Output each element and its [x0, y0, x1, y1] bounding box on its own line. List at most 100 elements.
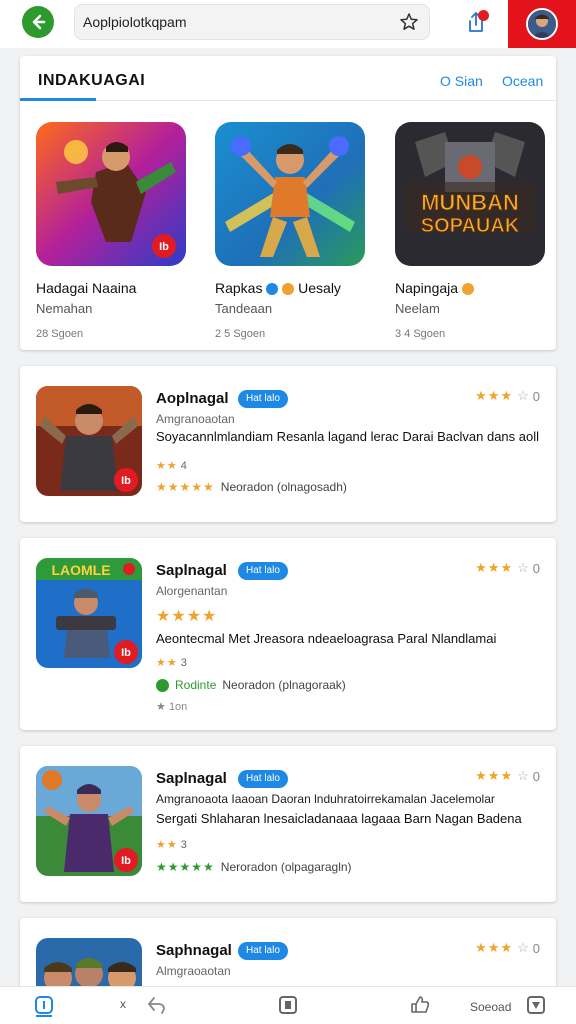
close-icon[interactable]: x: [120, 997, 126, 1011]
app-footer-text: 1on: [168, 701, 188, 713]
rating-stars: ★★★: [475, 768, 514, 783]
star-outline-icon[interactable]: ☆: [517, 940, 529, 956]
bottom-navigation: x Soeoad: [0, 986, 576, 1024]
rating: ★★★ ☆ 0: [475, 768, 540, 784]
home-icon: [35, 996, 53, 1017]
thumbs-up-icon: [411, 996, 430, 1013]
section-action-link[interactable]: Ocean: [502, 73, 543, 89]
rating: ★★★ ☆ 0: [475, 560, 540, 576]
library-icon: [279, 996, 297, 1014]
app-title: Saplnagal: [156, 770, 227, 787]
check-icon: [156, 678, 169, 692]
app-list-item[interactable]: Ib Saplnagal Hat lalo ★★★ ☆ 0 Amgranoaot…: [20, 746, 556, 902]
featured-app-card[interactable]: Rapkas Uesaly Tandeaan 2 5 Sgoen: [215, 122, 365, 340]
nav-like[interactable]: [410, 995, 430, 1020]
app-meta-prefix: Rodinte: [175, 678, 217, 692]
rating-stars: ★★★: [475, 560, 514, 575]
status-badge: Hat lalo: [238, 770, 288, 788]
rating-stars: ★★★★★: [156, 480, 215, 494]
app-icon: Ib: [36, 122, 186, 266]
icon-text: SOPAUAK: [421, 215, 520, 237]
nav-home[interactable]: [34, 995, 54, 1022]
search-input[interactable]: Aoplpiolotkqpam: [74, 4, 430, 40]
small-rating: ★★ 3: [156, 656, 187, 669]
star-outline-icon[interactable]: ☆: [517, 768, 529, 784]
back-button[interactable]: [22, 6, 54, 38]
app-title: Saphnagal: [156, 942, 232, 959]
app-meta: 2 5 Sgoen: [215, 328, 266, 340]
app-footer: ★ 1on: [156, 700, 187, 713]
rating: ★★★ ☆ 0: [475, 388, 540, 404]
app-icon: LAOMLE Ib: [36, 558, 142, 668]
app-list-item[interactable]: LAOMLE Ib Saplnagal Hat lalo ★★★ ☆ 0 Alo…: [20, 538, 556, 730]
icon-banner: LAOMLE: [51, 562, 110, 578]
icon-badge: Ib: [121, 647, 131, 659]
app-name: Napingaja: [395, 280, 545, 296]
app-name: Rapkas Uesaly: [215, 280, 365, 296]
app-meta-text: Neoradon (plnagoraak): [222, 678, 346, 692]
app-title: Aoplnagal: [156, 390, 229, 407]
coin-icon: [282, 283, 295, 296]
app-name-text: Napingaja: [395, 280, 459, 296]
app-icon: MUNBAN SOPAUAK: [395, 122, 545, 266]
search-value: Aoplpiolotkqpam: [83, 14, 187, 30]
rating-stars: ★★★: [475, 388, 514, 403]
featured-app-card[interactable]: MUNBAN SOPAUAK Napingaja Neelam 3 4 Sgoe…: [395, 122, 545, 340]
nav-label[interactable]: Soeoad: [470, 1000, 511, 1014]
nav-back[interactable]: [146, 995, 166, 1020]
undo-icon: [148, 997, 165, 1014]
rating-count: 0: [532, 940, 540, 956]
rating-count: 0: [532, 768, 540, 784]
small-rating: ★★ 4: [156, 459, 187, 472]
app-meta: 28 Sgoen: [36, 328, 84, 340]
section-action-link[interactable]: O Sian: [440, 73, 483, 89]
star-icon[interactable]: [399, 12, 419, 32]
rating-stars-large: ★★★★: [156, 606, 217, 626]
nav-menu[interactable]: [526, 995, 546, 1020]
app-meta: 3 4 Sgoen: [395, 328, 446, 340]
nav-library[interactable]: [278, 995, 298, 1020]
rating-stars: ★★: [156, 839, 178, 851]
section-title: INDAKUAGAI: [38, 72, 146, 89]
icon-text: MUNBAN: [421, 190, 519, 215]
profile-button[interactable]: [508, 0, 576, 48]
featured-section: INDAKUAGAI O Sian Ocean Ib Hadagai Naain…: [20, 56, 556, 350]
app-meta-text: Neroradon (olpagaragln): [220, 860, 352, 874]
arrow-left-icon: [32, 14, 46, 30]
rating-value: 4: [180, 460, 187, 472]
menu-icon: [527, 996, 545, 1014]
app-description: Sergati Shlaharan lnesaicladanaaa lagaaa…: [156, 811, 522, 826]
coin-icon: [461, 283, 474, 296]
app-list-item[interactable]: Ib Aoplnagal Hat lalo ★★★ ☆ 0 Amgranoaot…: [20, 366, 556, 522]
app-subtitle: Amgranoaota Iaaoan Daoran lnduhratoirrek…: [156, 792, 495, 806]
tab-indicator: [20, 98, 96, 101]
rating-stars: ★★: [156, 657, 178, 669]
app-subtitle: Amgranoaotan: [156, 412, 235, 426]
small-rating: ★★ 3: [156, 838, 187, 851]
rating-stars: ★★: [156, 460, 178, 472]
star-outline-icon[interactable]: ☆: [517, 560, 529, 576]
star-outline-icon[interactable]: ☆: [517, 388, 529, 404]
app-icon: Ib: [36, 766, 142, 876]
status-badge: Hat lalo: [238, 942, 288, 960]
status-badge: Hat lalo: [238, 562, 288, 580]
app-subtitle: Neelam: [395, 301, 440, 316]
rating-stars: ★★★: [475, 940, 514, 955]
svg-text:Ib: Ib: [159, 241, 169, 253]
featured-app-card[interactable]: Ib Hadagai Naaina Nemahan 28 Sgoen: [36, 122, 186, 340]
app-meta-text: Neoradon (olnagosadh): [220, 480, 347, 494]
app-meta-line: ★★★★★ Neoradon (olnagosadh): [156, 480, 347, 494]
app-name-text: Rapkas: [215, 280, 263, 296]
app-description: Soyacannlmlandiam Resanla lagand lerac D…: [156, 429, 539, 444]
app-name: Hadagai Naaina: [36, 280, 137, 296]
icon-badge: Ib: [121, 855, 131, 867]
avatar: [526, 8, 558, 40]
app-subtitle: Nemahan: [36, 301, 93, 316]
star-small-icon: ★: [156, 701, 166, 713]
verified-icon: [266, 283, 279, 296]
rating-count: 0: [532, 560, 540, 576]
rating-value: 3: [180, 839, 187, 851]
rating-stars: ★★★★: [156, 608, 218, 625]
app-subtitle: Almgraoaotan: [156, 964, 231, 978]
app-subtitle: Tandeaan: [215, 301, 273, 316]
